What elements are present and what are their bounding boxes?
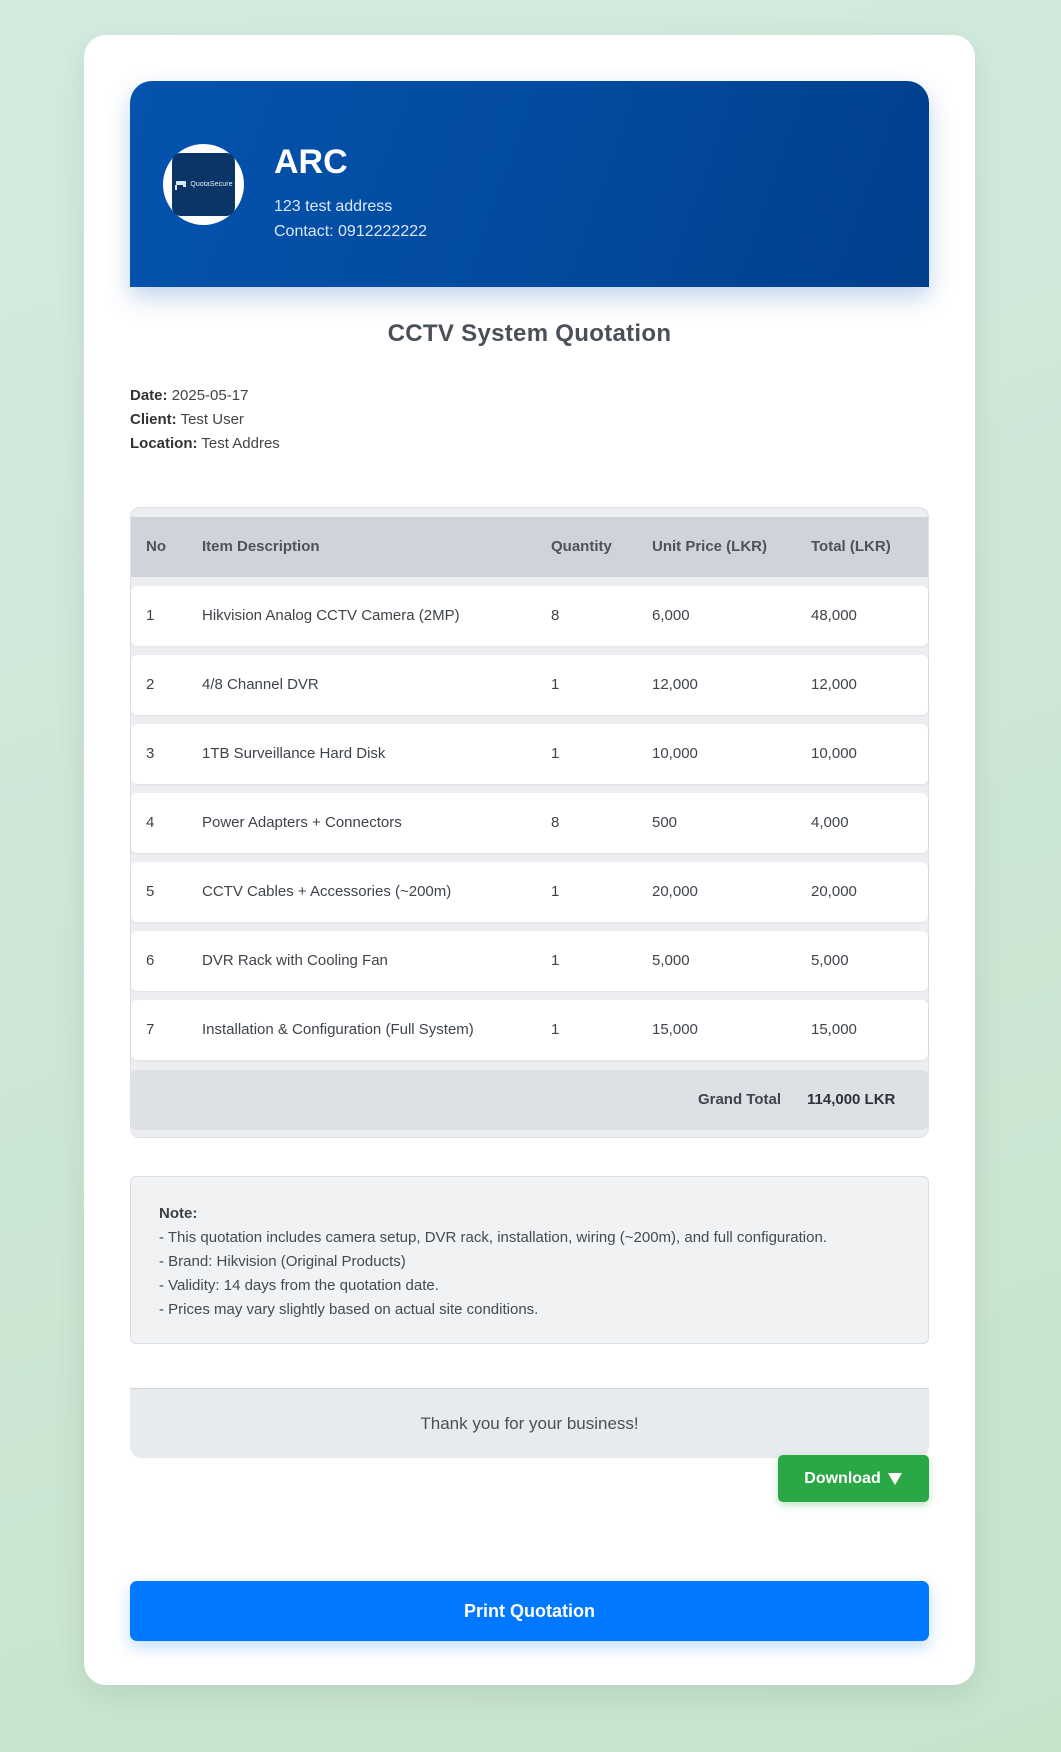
header-no: No bbox=[146, 538, 166, 555]
download-button[interactable]: Download bbox=[778, 1455, 929, 1502]
row-no: 1 bbox=[146, 607, 155, 624]
row-unit-price: 5,000 bbox=[652, 952, 690, 969]
row-quantity: 1 bbox=[551, 883, 560, 900]
header-description: Item Description bbox=[202, 538, 320, 555]
row-no: 6 bbox=[146, 952, 155, 969]
meta-client: Client: Test User bbox=[130, 411, 244, 428]
row-description: Power Adapters + Connectors bbox=[202, 814, 402, 831]
grand-total-value: 114,000 LKR bbox=[807, 1091, 896, 1108]
logo-text: QuotaSecure bbox=[190, 181, 233, 188]
row-quantity: 1 bbox=[551, 676, 560, 693]
company-contact: Contact: 0912222222 bbox=[274, 223, 428, 240]
table-row: 4 Power Adapters + Connectors 8 500 4,00… bbox=[131, 793, 928, 853]
row-no: 4 bbox=[146, 814, 155, 831]
row-description: 1TB Surveillance Hard Disk bbox=[202, 745, 386, 762]
header-unit-price: Unit Price (LKR) bbox=[652, 538, 768, 555]
date-label: Date: bbox=[130, 387, 168, 404]
table-row: 5 CCTV Cables + Accessories (~200m) 1 20… bbox=[131, 862, 928, 922]
note-title: Note: bbox=[159, 1205, 198, 1222]
logo-badge: QuotaSecure bbox=[172, 153, 235, 216]
row-unit-price: 10,000 bbox=[652, 745, 698, 762]
row-total: 12,000 bbox=[811, 676, 857, 693]
client-label: Client: bbox=[130, 411, 177, 428]
row-total: 5,000 bbox=[811, 952, 849, 969]
download-label: Download bbox=[804, 1469, 881, 1487]
date-value: 2025-05-17 bbox=[171, 387, 249, 404]
header-quantity: Quantity bbox=[551, 538, 612, 555]
row-description: Hikvision Analog CCTV Camera (2MP) bbox=[202, 607, 460, 624]
header-total: Total (LKR) bbox=[811, 538, 891, 555]
row-unit-price: 15,000 bbox=[652, 1021, 698, 1038]
table-row: 7 Installation & Configuration (Full Sys… bbox=[131, 1000, 928, 1060]
row-no: 2 bbox=[146, 676, 155, 693]
note-line: - Prices may vary slightly based on actu… bbox=[159, 1301, 539, 1318]
row-unit-price: 500 bbox=[652, 814, 678, 831]
row-no: 3 bbox=[146, 745, 155, 762]
note-line: - Brand: Hikvision (Original Products) bbox=[159, 1253, 406, 1270]
note-line: - This quotation includes camera setup, … bbox=[159, 1229, 827, 1246]
row-quantity: 1 bbox=[551, 745, 560, 762]
meta-location: Location: Test Addres bbox=[130, 435, 280, 452]
table-row: 2 4/8 Channel DVR 1 12,000 12,000 bbox=[131, 655, 928, 715]
company-header: QuotaSecure ARC 123 test address Contact… bbox=[130, 81, 929, 287]
row-quantity: 8 bbox=[551, 607, 560, 624]
row-total: 48,000 bbox=[811, 607, 857, 624]
note-box: Note: - This quotation includes camera s… bbox=[130, 1176, 929, 1344]
table-row: 1 Hikvision Analog CCTV Camera (2MP) 8 6… bbox=[131, 586, 928, 646]
row-unit-price: 12,000 bbox=[652, 676, 698, 693]
grand-total-label: Grand Total bbox=[697, 1091, 781, 1108]
row-quantity: 8 bbox=[551, 814, 560, 831]
company-logo: QuotaSecure bbox=[163, 144, 244, 225]
cctv-camera-icon bbox=[175, 180, 187, 190]
company-name: ARC bbox=[274, 143, 348, 181]
row-total: 15,000 bbox=[811, 1021, 857, 1038]
row-description: DVR Rack with Cooling Fan bbox=[202, 952, 388, 969]
row-total: 10,000 bbox=[811, 745, 857, 762]
company-address: 123 test address bbox=[274, 198, 393, 215]
row-description: Installation & Configuration (Full Syste… bbox=[202, 1021, 474, 1038]
row-no: 7 bbox=[146, 1021, 155, 1038]
table-row: 6 DVR Rack with Cooling Fan 1 5,000 5,00… bbox=[131, 931, 928, 991]
quotation-table: No Item Description Quantity Unit Price … bbox=[130, 507, 929, 1138]
row-total: 20,000 bbox=[811, 883, 857, 900]
row-quantity: 1 bbox=[551, 952, 560, 969]
down-arrow-icon bbox=[887, 1472, 902, 1485]
print-quotation-button[interactable]: Print Quotation bbox=[130, 1581, 929, 1641]
quotation-card: QuotaSecure ARC 123 test address Contact… bbox=[84, 35, 975, 1685]
table-row: 3 1TB Surveillance Hard Disk 1 10,000 10… bbox=[131, 724, 928, 784]
location-value: Test Addres bbox=[201, 435, 280, 452]
row-no: 5 bbox=[146, 883, 155, 900]
row-description: 4/8 Channel DVR bbox=[202, 676, 319, 693]
location-label: Location: bbox=[130, 435, 198, 452]
page-title: CCTV System Quotation bbox=[387, 320, 672, 347]
client-value: Test User bbox=[180, 411, 244, 428]
table-header: No Item Description Quantity Unit Price … bbox=[131, 517, 928, 577]
meta-date: Date: 2025-05-17 bbox=[130, 387, 248, 404]
row-quantity: 1 bbox=[551, 1021, 560, 1038]
grand-total-row: Grand Total 114,000 LKR bbox=[131, 1070, 928, 1130]
row-total: 4,000 bbox=[811, 814, 849, 831]
note-line: - Validity: 14 days from the quotation d… bbox=[159, 1277, 439, 1294]
row-description: CCTV Cables + Accessories (~200m) bbox=[202, 883, 452, 900]
row-unit-price: 20,000 bbox=[652, 883, 698, 900]
row-unit-price: 6,000 bbox=[652, 607, 690, 624]
thank-you-footer: Thank you for your business! bbox=[130, 1388, 929, 1458]
